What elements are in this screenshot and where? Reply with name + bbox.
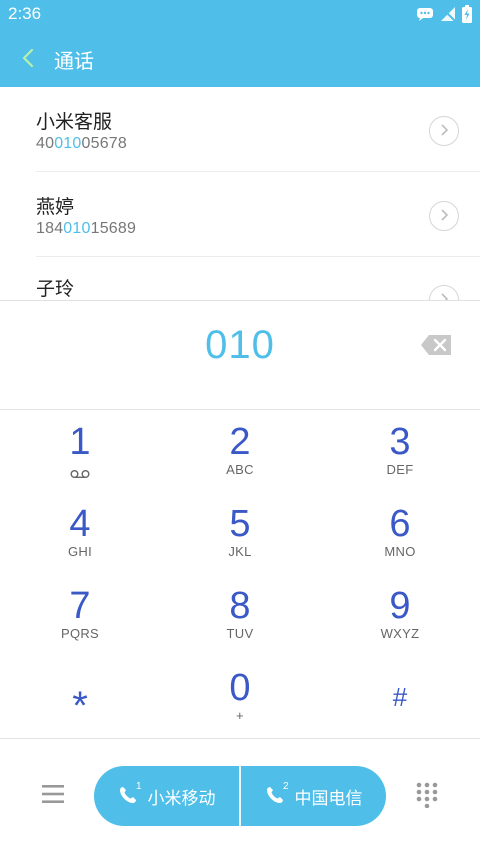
dialed-number-display: 010 (0, 300, 480, 410)
contact-item[interactable]: 子玲 (0, 257, 480, 300)
contact-name: 子玲 (36, 278, 75, 300)
key-letters: JKL (228, 544, 252, 559)
key-4[interactable]: 4 GHI (0, 492, 160, 574)
key-hash[interactable]: # (320, 656, 480, 738)
message-icon (416, 7, 434, 21)
key-digit: 5 (229, 503, 251, 545)
key-letters: MNO (384, 544, 416, 559)
key-digit: 2 (229, 421, 251, 463)
phone-sim2-icon: 2 (265, 781, 289, 807)
back-arrow-icon[interactable] (18, 44, 42, 72)
battery-charging-icon (462, 5, 472, 23)
key-star[interactable]: * (0, 656, 160, 738)
key-digit: 3 (389, 421, 411, 463)
key-letters: DEF (386, 462, 414, 477)
contact-detail-button[interactable] (429, 116, 459, 146)
contact-detail-button[interactable] (429, 285, 459, 300)
key-7[interactable]: 7 PQRS (0, 574, 160, 656)
contact-number: 18401015689 (36, 220, 137, 237)
key-letters: TUV (226, 626, 254, 641)
menu-icon[interactable] (40, 783, 66, 805)
key-5[interactable]: 5 JKL (160, 492, 320, 574)
key-letters: ABC (226, 462, 254, 477)
key-0[interactable]: 0 + (160, 656, 320, 738)
voicemail-icon (70, 464, 90, 478)
key-digit: 9 (389, 585, 411, 627)
status-time: 2:36 (8, 4, 42, 23)
call-sim2-label: 中国电信 (294, 788, 363, 809)
key-digit: 7 (69, 585, 91, 627)
title-bar: 通话 (0, 28, 480, 87)
chevron-right-icon (439, 207, 449, 226)
chevron-right-icon (439, 122, 449, 141)
dual-sim-call-buttons: 1 小米移动 2 中国电信 (94, 766, 386, 826)
bottom-action-bar: 1 小米移动 2 中国电信 (0, 738, 480, 853)
contact-number: 4001005678 (36, 135, 127, 152)
contact-detail-button[interactable] (429, 201, 459, 231)
page-title: 通话 (54, 49, 94, 73)
key-digit: 1 (69, 421, 91, 463)
call-sim1-button[interactable]: 1 小米移动 (94, 766, 239, 826)
key-2[interactable]: 2 ABC (160, 410, 320, 492)
dial-keypad: 1 2 ABC 3 DEF 4 GHI 5 JKL 6 MNO 7 PQRS 8… (0, 410, 480, 738)
dialpad-toggle-icon[interactable] (416, 782, 438, 809)
key-digit: * (72, 684, 88, 728)
key-6[interactable]: 6 MNO (320, 492, 480, 574)
contact-item[interactable]: 小米客服 4001005678 (0, 87, 480, 172)
call-sim2-button[interactable]: 2 中国电信 (241, 766, 386, 826)
key-digit: 6 (389, 503, 411, 545)
call-sim1-label: 小米移动 (147, 788, 216, 809)
key-digit: 4 (69, 503, 91, 545)
app-header: 2:36 通话 (0, 0, 480, 87)
key-8[interactable]: 8 TUV (160, 574, 320, 656)
no-signal-icon (440, 6, 456, 22)
contact-name: 燕婷 (36, 196, 75, 218)
key-digit: 0 (229, 667, 251, 709)
key-9[interactable]: 9 WXYZ (320, 574, 480, 656)
contact-suggestion-list: 小米客服 4001005678 燕婷 18401015689 子玲 (0, 87, 480, 300)
key-digit: # (392, 682, 408, 712)
key-letters: WXYZ (380, 626, 420, 641)
status-bar: 2:36 (0, 0, 480, 28)
contact-name: 小米客服 (36, 111, 113, 133)
key-letters: PQRS (60, 626, 100, 641)
key-letters: GHI (67, 544, 92, 559)
contact-item[interactable]: 燕婷 18401015689 (0, 172, 480, 257)
dialed-digits: 010 (205, 323, 275, 367)
key-letters: + (236, 708, 244, 723)
key-3[interactable]: 3 DEF (320, 410, 480, 492)
chevron-right-icon (439, 291, 449, 300)
key-digit: 8 (229, 585, 251, 627)
phone-sim1-icon: 1 (118, 781, 142, 807)
backspace-icon[interactable] (420, 334, 452, 356)
key-1[interactable]: 1 (0, 410, 160, 492)
status-icons (416, 5, 472, 23)
